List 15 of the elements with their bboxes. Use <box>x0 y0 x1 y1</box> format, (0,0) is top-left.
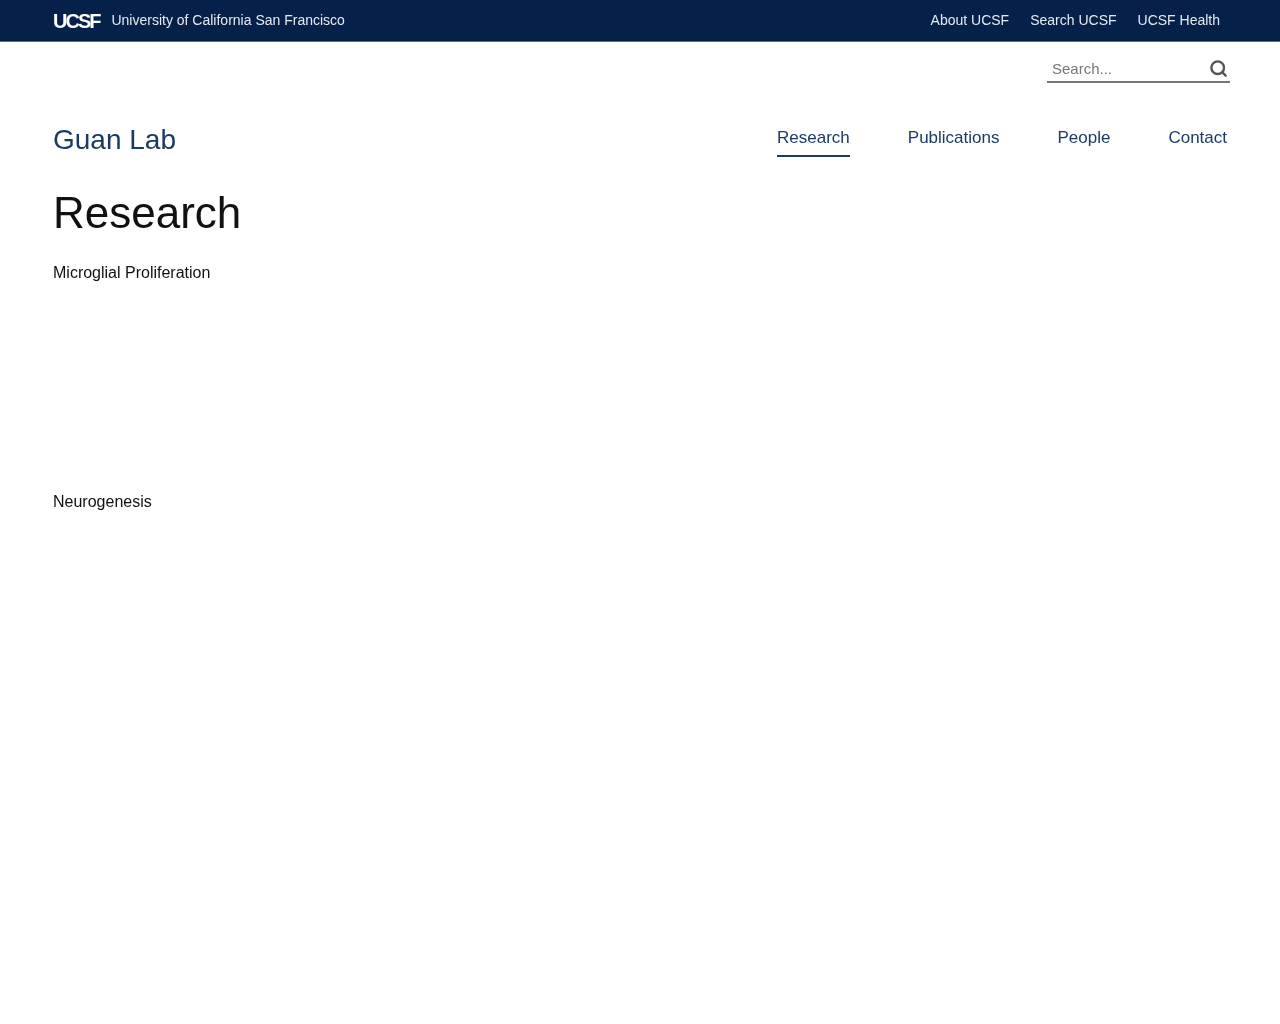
nav-link[interactable]: Publications <box>907 125 1000 157</box>
university-name[interactable]: University of California San Francisco <box>111 10 345 31</box>
top-link[interactable]: UCSF Health <box>1137 10 1220 31</box>
search-field[interactable]: Search... <box>1047 56 1230 83</box>
nav-link[interactable]: People <box>1057 125 1111 157</box>
nav-link[interactable]: Contact <box>1168 125 1227 157</box>
top-link[interactable]: Search UCSF <box>1030 10 1117 31</box>
site-title[interactable]: Guan Lab <box>53 119 176 161</box>
section-title: Microglial Proliferation <box>53 263 212 283</box>
nav-link[interactable]: Research <box>777 125 850 157</box>
ucsf-logo[interactable]: UCSF <box>53 10 100 31</box>
page-heading: Research <box>53 187 243 239</box>
section-title: Neurogenesis <box>53 492 153 512</box>
search-icon[interactable] <box>1209 59 1228 78</box>
top-link[interactable]: About UCSF <box>930 10 1010 31</box>
